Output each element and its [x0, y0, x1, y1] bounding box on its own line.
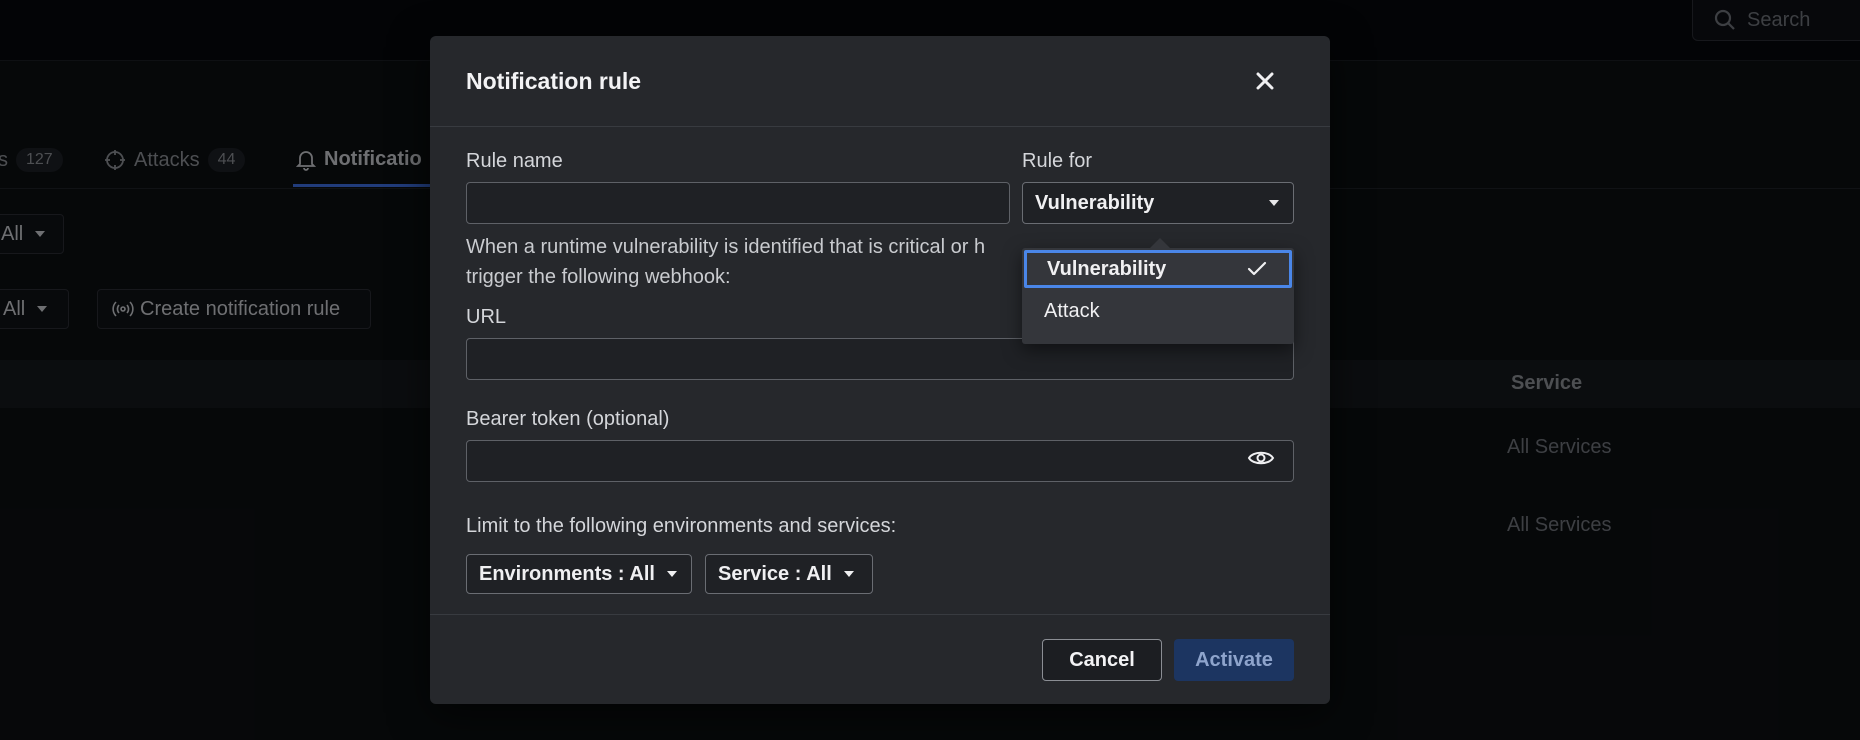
url-input[interactable]: [466, 338, 1294, 380]
activate-button[interactable]: Activate: [1174, 639, 1294, 681]
eye-icon[interactable]: [1247, 448, 1275, 468]
service-dropdown[interactable]: Service : All: [705, 554, 873, 594]
environments-dropdown[interactable]: Environments : All: [466, 554, 692, 594]
rule-name-input[interactable]: [466, 182, 1010, 224]
caret-down-icon: [843, 571, 854, 577]
rule-description: When a runtime vulnerability is identifi…: [466, 232, 1026, 292]
bearer-token-input[interactable]: [466, 440, 1294, 482]
modal-header: Notification rule: [430, 36, 1330, 127]
menu-item-label: Vulnerability: [1047, 257, 1167, 280]
limit-label: Limit to the following environments and …: [466, 515, 897, 537]
notification-rule-modal: Notification rule Rule name Rule for Vul…: [430, 36, 1330, 704]
rule-for-value: Vulnerability: [1035, 191, 1155, 214]
rule-for-select[interactable]: Vulnerability: [1022, 182, 1294, 224]
rule-for-label: Rule for: [1022, 150, 1093, 172]
modal-title: Notification rule: [466, 68, 642, 94]
caret-down-icon: [666, 571, 677, 577]
url-label: URL: [466, 306, 507, 328]
bearer-token-label: Bearer token (optional): [466, 408, 670, 430]
description-line: trigger the following webhook:: [466, 266, 731, 288]
menu-item-vulnerability[interactable]: Vulnerability: [1024, 250, 1292, 288]
rule-for-dropdown-menu: Vulnerability Attack: [1022, 238, 1294, 344]
checkmark-icon: [1247, 261, 1267, 276]
close-icon[interactable]: [1250, 66, 1280, 96]
rule-name-label: Rule name: [466, 150, 563, 172]
modal-footer: Cancel Activate: [430, 614, 1330, 705]
cancel-button[interactable]: Cancel: [1042, 639, 1162, 681]
service-label: Service : All: [718, 562, 832, 585]
environments-label: Environments : All: [479, 562, 655, 585]
description-line: When a runtime vulnerability is identifi…: [466, 236, 986, 258]
caret-down-icon: [1269, 200, 1279, 206]
menu-item-label: Attack: [1044, 299, 1100, 322]
menu-item-attack[interactable]: Attack: [1024, 292, 1292, 330]
